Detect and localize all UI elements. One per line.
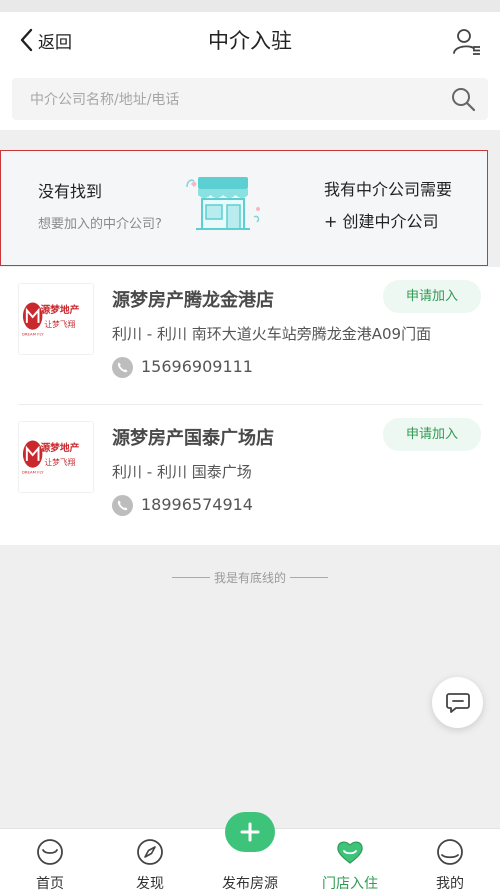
end-of-list-text: 我是有底线的 <box>213 570 286 585</box>
create-agency-button[interactable]: + 创建中介公司 <box>324 208 439 232</box>
tab-profile[interactable]: 我的 <box>400 829 500 896</box>
search-input[interactable]: 中介公司名称/地址/电话 <box>12 78 488 120</box>
divider <box>290 576 328 578</box>
tab-label: 门店入住 <box>322 876 378 892</box>
agency-phone[interactable]: 18996574914 <box>141 495 253 514</box>
page-title: 中介入驻 <box>208 29 292 53</box>
chevron-left-icon <box>20 28 33 52</box>
agency-name: 源梦房产国泰广场店 <box>112 428 274 449</box>
chat-icon <box>445 692 470 713</box>
plus-icon <box>240 822 260 842</box>
phone-icon <box>112 357 133 378</box>
tab-label: 发布房源 <box>222 876 278 892</box>
heart-icon <box>337 841 363 864</box>
back-button[interactable]: 返回 <box>18 25 72 55</box>
list-item[interactable]: 源梦地产 让梦飞翔 DREAM FLY 源梦房产国泰广场店 利川 - 利川 国泰… <box>0 405 500 543</box>
svg-text:源梦地产: 源梦地产 <box>40 441 79 454</box>
tab-store-join[interactable]: 门店入住 <box>300 829 400 896</box>
agency-address: 利川 - 利川 南环大道火车站旁腾龙金港A09门面 <box>112 325 432 343</box>
chat-button[interactable] <box>432 677 483 728</box>
svg-text:让梦飞翔: 让梦飞翔 <box>44 457 75 467</box>
agency-logo: 源梦地产 让梦飞翔 DREAM FLY <box>18 421 94 493</box>
has-agency-text: 我有中介公司需要 <box>324 180 453 199</box>
create-agency-banner: 没有找到 想要加入的中介公司? 我有中介公司需要 + 创建中介公司 <box>0 150 488 266</box>
svg-text:让梦飞翔: 让梦飞翔 <box>44 319 75 329</box>
apply-join-button[interactable]: 申请加入 <box>383 280 481 313</box>
search-icon[interactable] <box>450 86 476 112</box>
svg-text:源梦地产: 源梦地产 <box>40 303 79 316</box>
tab-label: 我的 <box>436 876 464 892</box>
home-icon <box>37 839 63 865</box>
search-placeholder: 中介公司名称/地址/电话 <box>30 92 180 108</box>
publish-listing-button[interactable] <box>225 812 275 852</box>
profile-icon <box>437 839 463 865</box>
compass-icon <box>137 839 163 865</box>
status-bar <box>0 0 500 12</box>
apply-join-button[interactable]: 申请加入 <box>383 418 481 451</box>
top-navbar: 返回 中介入驻 <box>0 12 500 68</box>
tab-label: 发现 <box>136 876 164 892</box>
user-list-icon[interactable] <box>452 26 482 56</box>
agency-logo: 源梦地产 让梦飞翔 DREAM FLY <box>18 283 94 355</box>
agency-address: 利川 - 利川 国泰广场 <box>112 463 252 481</box>
tab-discover[interactable]: 发现 <box>100 829 200 896</box>
tab-label: 首页 <box>36 876 64 892</box>
phone-icon <box>112 495 133 516</box>
svg-text:DREAM FLY: DREAM FLY <box>22 332 44 337</box>
search-bar: 中介公司名称/地址/电话 <box>0 68 500 130</box>
divider <box>171 576 210 578</box>
end-of-list-indicator: 我是有底线的 <box>0 567 500 587</box>
agency-phone[interactable]: 15696909111 <box>141 357 253 376</box>
not-found-subtitle: 想要加入的中介公司? <box>38 217 162 232</box>
agency-list: 源梦地产 让梦飞翔 DREAM FLY 源梦房产腾龙金港店 利川 - 利川 南环… <box>0 267 500 545</box>
storefront-icon <box>186 177 260 230</box>
tab-home[interactable]: 首页 <box>0 829 100 896</box>
not-found-title: 没有找到 <box>38 182 103 201</box>
back-label: 返回 <box>38 32 72 53</box>
svg-text:DREAM FLY: DREAM FLY <box>22 470 44 475</box>
list-item[interactable]: 源梦地产 让梦飞翔 DREAM FLY 源梦房产腾龙金港店 利川 - 利川 南环… <box>0 267 500 405</box>
agency-name: 源梦房产腾龙金港店 <box>112 290 274 311</box>
